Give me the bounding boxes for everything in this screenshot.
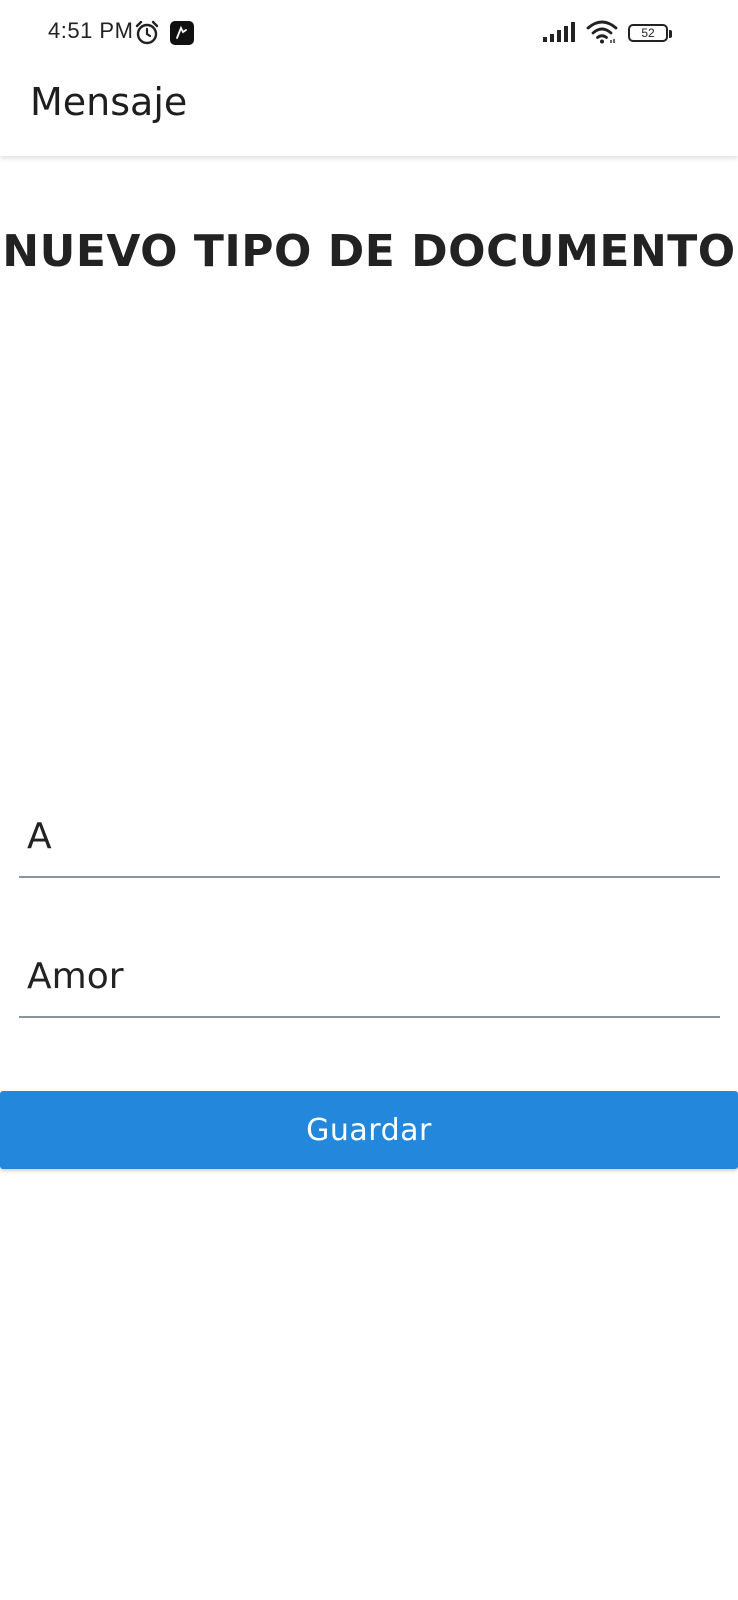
- save-button-label: Guardar: [306, 1112, 432, 1148]
- alarm-icon: [134, 20, 160, 50]
- status-left-icons: [134, 20, 194, 50]
- battery-icon: 52: [628, 24, 672, 44]
- document-code-value: A: [27, 816, 52, 857]
- status-time: 4:51 PM: [48, 18, 134, 43]
- document-name-field[interactable]: Amor: [19, 950, 720, 1018]
- app-bar-title: Mensaje: [30, 80, 188, 124]
- app-notification-icon: [170, 21, 194, 49]
- save-button[interactable]: Guardar: [0, 1091, 738, 1169]
- signal-icon: [542, 21, 576, 47]
- app-bar: Mensaje: [0, 64, 738, 156]
- wifi-icon: [586, 20, 618, 48]
- document-code-field[interactable]: A: [19, 810, 720, 878]
- status-bar: 4:51 PM 52: [0, 0, 738, 64]
- page-title: NUEVO TIPO DE DOCUMENTO: [2, 226, 736, 277]
- status-right-icons: 52: [542, 20, 672, 48]
- battery-level: 52: [641, 26, 655, 40]
- document-name-value: Amor: [27, 956, 124, 997]
